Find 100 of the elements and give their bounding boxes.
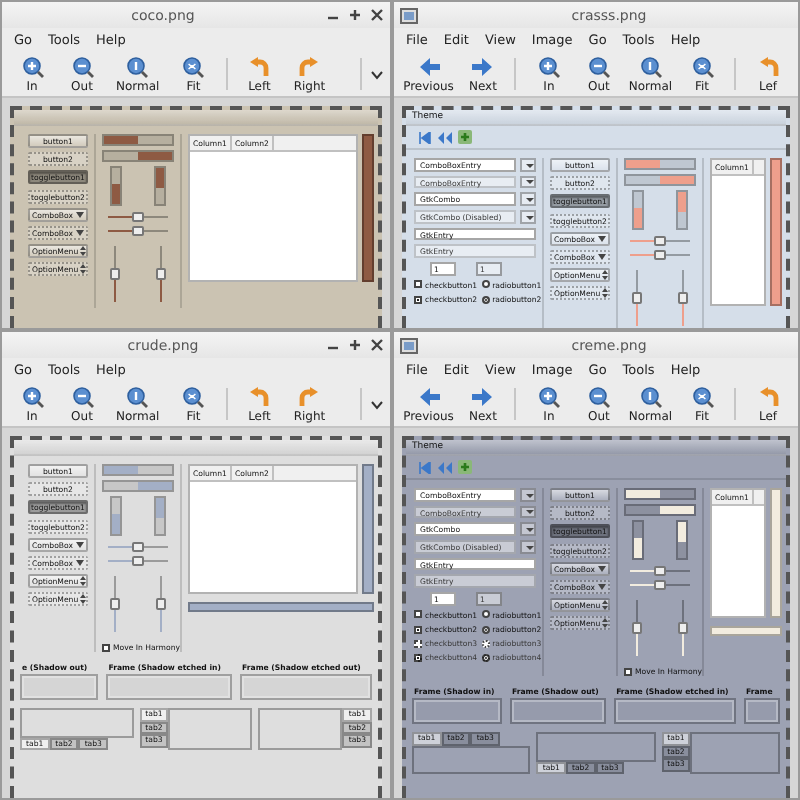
zoom-out-icon [587,385,610,407]
zoom-in-icon [21,385,43,407]
up-down-icon [602,600,609,611]
slider-thumb[interactable] [678,291,688,304]
zoom-out-icon [587,55,610,77]
close-icon[interactable] [370,8,384,22]
dropdown-button[interactable] [520,192,536,206]
slider[interactable] [678,269,688,326]
slider-thumb[interactable] [654,235,666,246]
frame [509,698,607,725]
frame [614,698,736,725]
frame [240,674,372,701]
slider-thumb[interactable] [132,555,144,566]
tab-page [690,732,780,775]
radio-indicator[interactable] [481,625,490,633]
arrow-left-icon [417,385,440,407]
magnifier-icon [639,385,662,407]
zoom-out-icon [71,385,93,407]
chevron-down-icon[interactable] [370,69,384,79]
dropdown-button[interactable] [520,522,536,536]
magnifier-icon [126,55,149,77]
close-icon[interactable] [370,338,384,352]
caret-icon [76,211,84,218]
rotate-right-icon [298,55,321,77]
zoom-fit-icon [691,385,713,407]
maximize-icon[interactable] [348,338,362,352]
zoom-out-icon [71,55,93,77]
rotate-left-icon [248,385,271,407]
slider-thumb[interactable] [132,541,144,552]
slider-thumb[interactable] [654,249,666,260]
up-down-icon [80,246,87,257]
slider[interactable] [632,269,642,326]
slider-thumb[interactable] [654,579,666,590]
slider-thumb[interactable] [654,565,666,576]
skip-back-icon[interactable] [418,131,432,143]
up-down-icon [80,264,87,275]
caret-icon [598,235,606,242]
plus-icon[interactable] [458,460,472,474]
window-icon[interactable] [400,7,418,23]
slider-thumb[interactable] [110,597,120,610]
tab-page [168,708,253,751]
dropdown-button[interactable] [520,488,536,501]
plus-icon[interactable] [458,130,472,144]
checkbox-indicator[interactable] [414,610,422,619]
vertical-scrollbar[interactable] [362,464,374,594]
slider-thumb[interactable] [132,225,144,236]
tab-page [258,708,343,751]
slider-thumb[interactable] [156,267,166,280]
vertical-scrollbar[interactable] [362,134,374,282]
maximize-icon[interactable] [348,8,362,22]
slider-thumb[interactable] [156,597,166,610]
slider-thumb[interactable] [110,267,120,280]
slider-thumb[interactable] [132,211,144,222]
tab-page [20,708,134,738]
slider-thumb[interactable] [632,621,642,634]
caret-icon [76,541,84,548]
frame [106,674,233,701]
zoom-in-icon [537,385,560,407]
horizontal-scrollbar[interactable] [710,625,782,636]
zoom-in-icon [21,55,43,77]
caret-icon [598,583,606,590]
chevron-down-icon[interactable] [370,399,384,409]
radio-indicator[interactable] [481,610,490,619]
caret-icon [598,253,606,260]
radio-indicator[interactable] [481,280,490,289]
rotate-left-icon [757,385,779,407]
tab-page [536,732,656,762]
up-down-icon [80,594,87,605]
vertical-scrollbar[interactable] [770,158,782,306]
rotate-left-icon [248,55,271,77]
arrow-right-icon [471,55,494,77]
caret-icon [76,559,84,566]
caret-icon [76,229,84,236]
checkbox-indicator[interactable] [414,625,422,633]
checkbox-indicator[interactable] [414,280,422,289]
up-down-icon [602,270,609,281]
dropdown-button[interactable] [520,158,536,171]
zoom-fit-icon [691,55,713,77]
vertical-scrollbar[interactable] [770,488,782,618]
slider-thumb[interactable] [632,291,642,304]
frame [412,698,502,725]
rotate-left-icon [757,55,779,77]
rotate-right-icon [298,385,321,407]
horizontal-scrollbar[interactable] [188,601,374,612]
zoom-fit-icon [182,55,205,77]
arrow-right-icon [471,385,494,407]
arrow-left-icon [417,55,440,77]
frame [743,698,780,725]
checkbox-indicator[interactable] [414,295,422,303]
window-icon[interactable] [400,337,418,353]
magnifier-icon [639,55,662,77]
zoom-in-icon [537,55,560,77]
slider-thumb[interactable] [678,621,688,634]
radio-indicator[interactable] [481,295,490,303]
rewind-icon[interactable] [438,131,452,143]
up-down-icon [80,576,87,587]
magnifier-icon [126,385,149,407]
up-down-icon [602,288,609,299]
up-down-icon [602,618,609,629]
caret-icon [598,565,606,572]
